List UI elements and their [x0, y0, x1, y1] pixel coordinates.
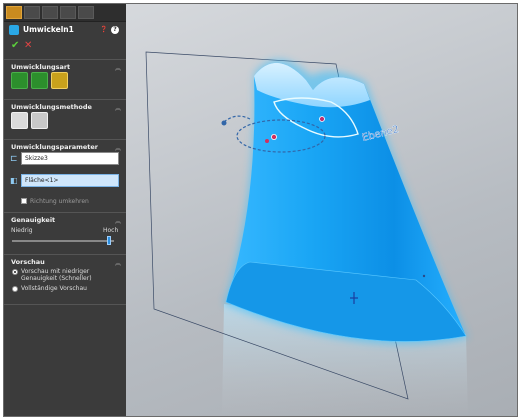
ok-button[interactable]: ✔	[11, 41, 19, 51]
sketch-point-icon[interactable]	[270, 133, 277, 140]
collapse-chevron-icon[interactable]: ︽	[115, 216, 121, 225]
section-title: Umwicklungsart	[11, 63, 71, 71]
configuration-tab[interactable]	[42, 6, 58, 19]
sketch-point-icon[interactable]	[221, 120, 227, 126]
section-title: Umwicklungsparameter	[11, 143, 98, 151]
reverse-direction-label: Richtung umkehren	[30, 198, 89, 205]
feature-header: Umwickeln1 ❓ ?	[4, 22, 126, 38]
emboss-wrap-button[interactable]	[11, 72, 28, 89]
sketch-selection-field[interactable]: Skizze3	[21, 152, 119, 165]
accuracy-slider-track[interactable]	[12, 240, 114, 242]
accuracy-slider-thumb[interactable]	[107, 236, 111, 245]
preview-section: Vorschau ︽ Vorschau mit niedriger Genaui…	[4, 254, 126, 305]
wrap-method-section: Umwicklungsmethode ︽	[4, 99, 126, 140]
help-icon[interactable]: ❓	[100, 26, 108, 34]
low-accuracy-preview-label: Vorschau mit niedriger Genauigkeit (Schn…	[21, 268, 92, 282]
collapse-chevron-icon[interactable]: ︽	[115, 103, 121, 112]
cancel-button[interactable]: ✕	[24, 41, 32, 51]
accuracy-high-label: Hoch	[103, 227, 119, 234]
full-preview-radio[interactable]	[12, 286, 18, 292]
full-preview-label: Vollständige Vorschau	[21, 285, 87, 292]
deboss-wrap-button[interactable]	[31, 72, 48, 89]
face-selection-field[interactable]: Fläche<1>	[21, 174, 119, 187]
wrap-parameters-section: Umwicklungsparameter ︽ ⊏ Skizze3 ◧ Fläch…	[4, 139, 126, 213]
wrap-type-section: Umwicklungsart ︽	[4, 59, 126, 100]
analytical-method-button[interactable]	[11, 112, 28, 129]
vertex-point-icon	[422, 274, 426, 278]
collapse-chevron-icon[interactable]: ︽	[115, 63, 121, 72]
section-title: Vorschau	[11, 258, 45, 266]
collapse-chevron-icon[interactable]: ︽	[115, 143, 121, 152]
sketch-point-icon[interactable]	[319, 116, 325, 122]
section-title: Genauigkeit	[11, 216, 56, 224]
face-icon: ◧	[10, 176, 18, 185]
graphics-viewport[interactable]: Ebene2	[126, 4, 517, 416]
sketch-icon: ⊏	[10, 154, 18, 164]
model-view-svg: Ebene2	[145, 51, 468, 416]
low-accuracy-preview-radio[interactable]	[12, 269, 18, 275]
property-manager-tab[interactable]	[24, 6, 40, 19]
dimxpert-tab[interactable]	[60, 6, 76, 19]
collapse-chevron-icon[interactable]: ︽	[115, 258, 121, 267]
property-manager-panel: Umwickeln1 ❓ ? ✔ ✕ Umwicklungsart ︽ Umwi…	[4, 4, 126, 416]
wrap-feature-icon	[9, 25, 19, 35]
spline-surface-method-button[interactable]	[31, 112, 48, 129]
accuracy-section: Genauigkeit ︽ Niedrig Hoch	[4, 212, 126, 255]
display-manager-tab[interactable]	[78, 6, 94, 19]
sketch-arc	[223, 115, 251, 123]
accuracy-low-label: Niedrig	[11, 227, 33, 234]
panel-divider	[4, 304, 126, 305]
section-title: Umwicklungsmethode	[11, 103, 92, 111]
feature-manager-tab[interactable]	[6, 6, 22, 19]
app-window: Umwickeln1 ❓ ? ✔ ✕ Umwicklungsart ︽ Umwi…	[3, 3, 518, 417]
sketch-point-icon[interactable]	[265, 139, 269, 143]
feature-title: Umwickeln1	[23, 25, 74, 34]
panel-tabs	[4, 4, 126, 22]
info-icon[interactable]: ?	[111, 26, 119, 34]
reverse-direction-checkbox[interactable]	[21, 198, 27, 204]
scribe-wrap-button[interactable]	[51, 72, 68, 89]
